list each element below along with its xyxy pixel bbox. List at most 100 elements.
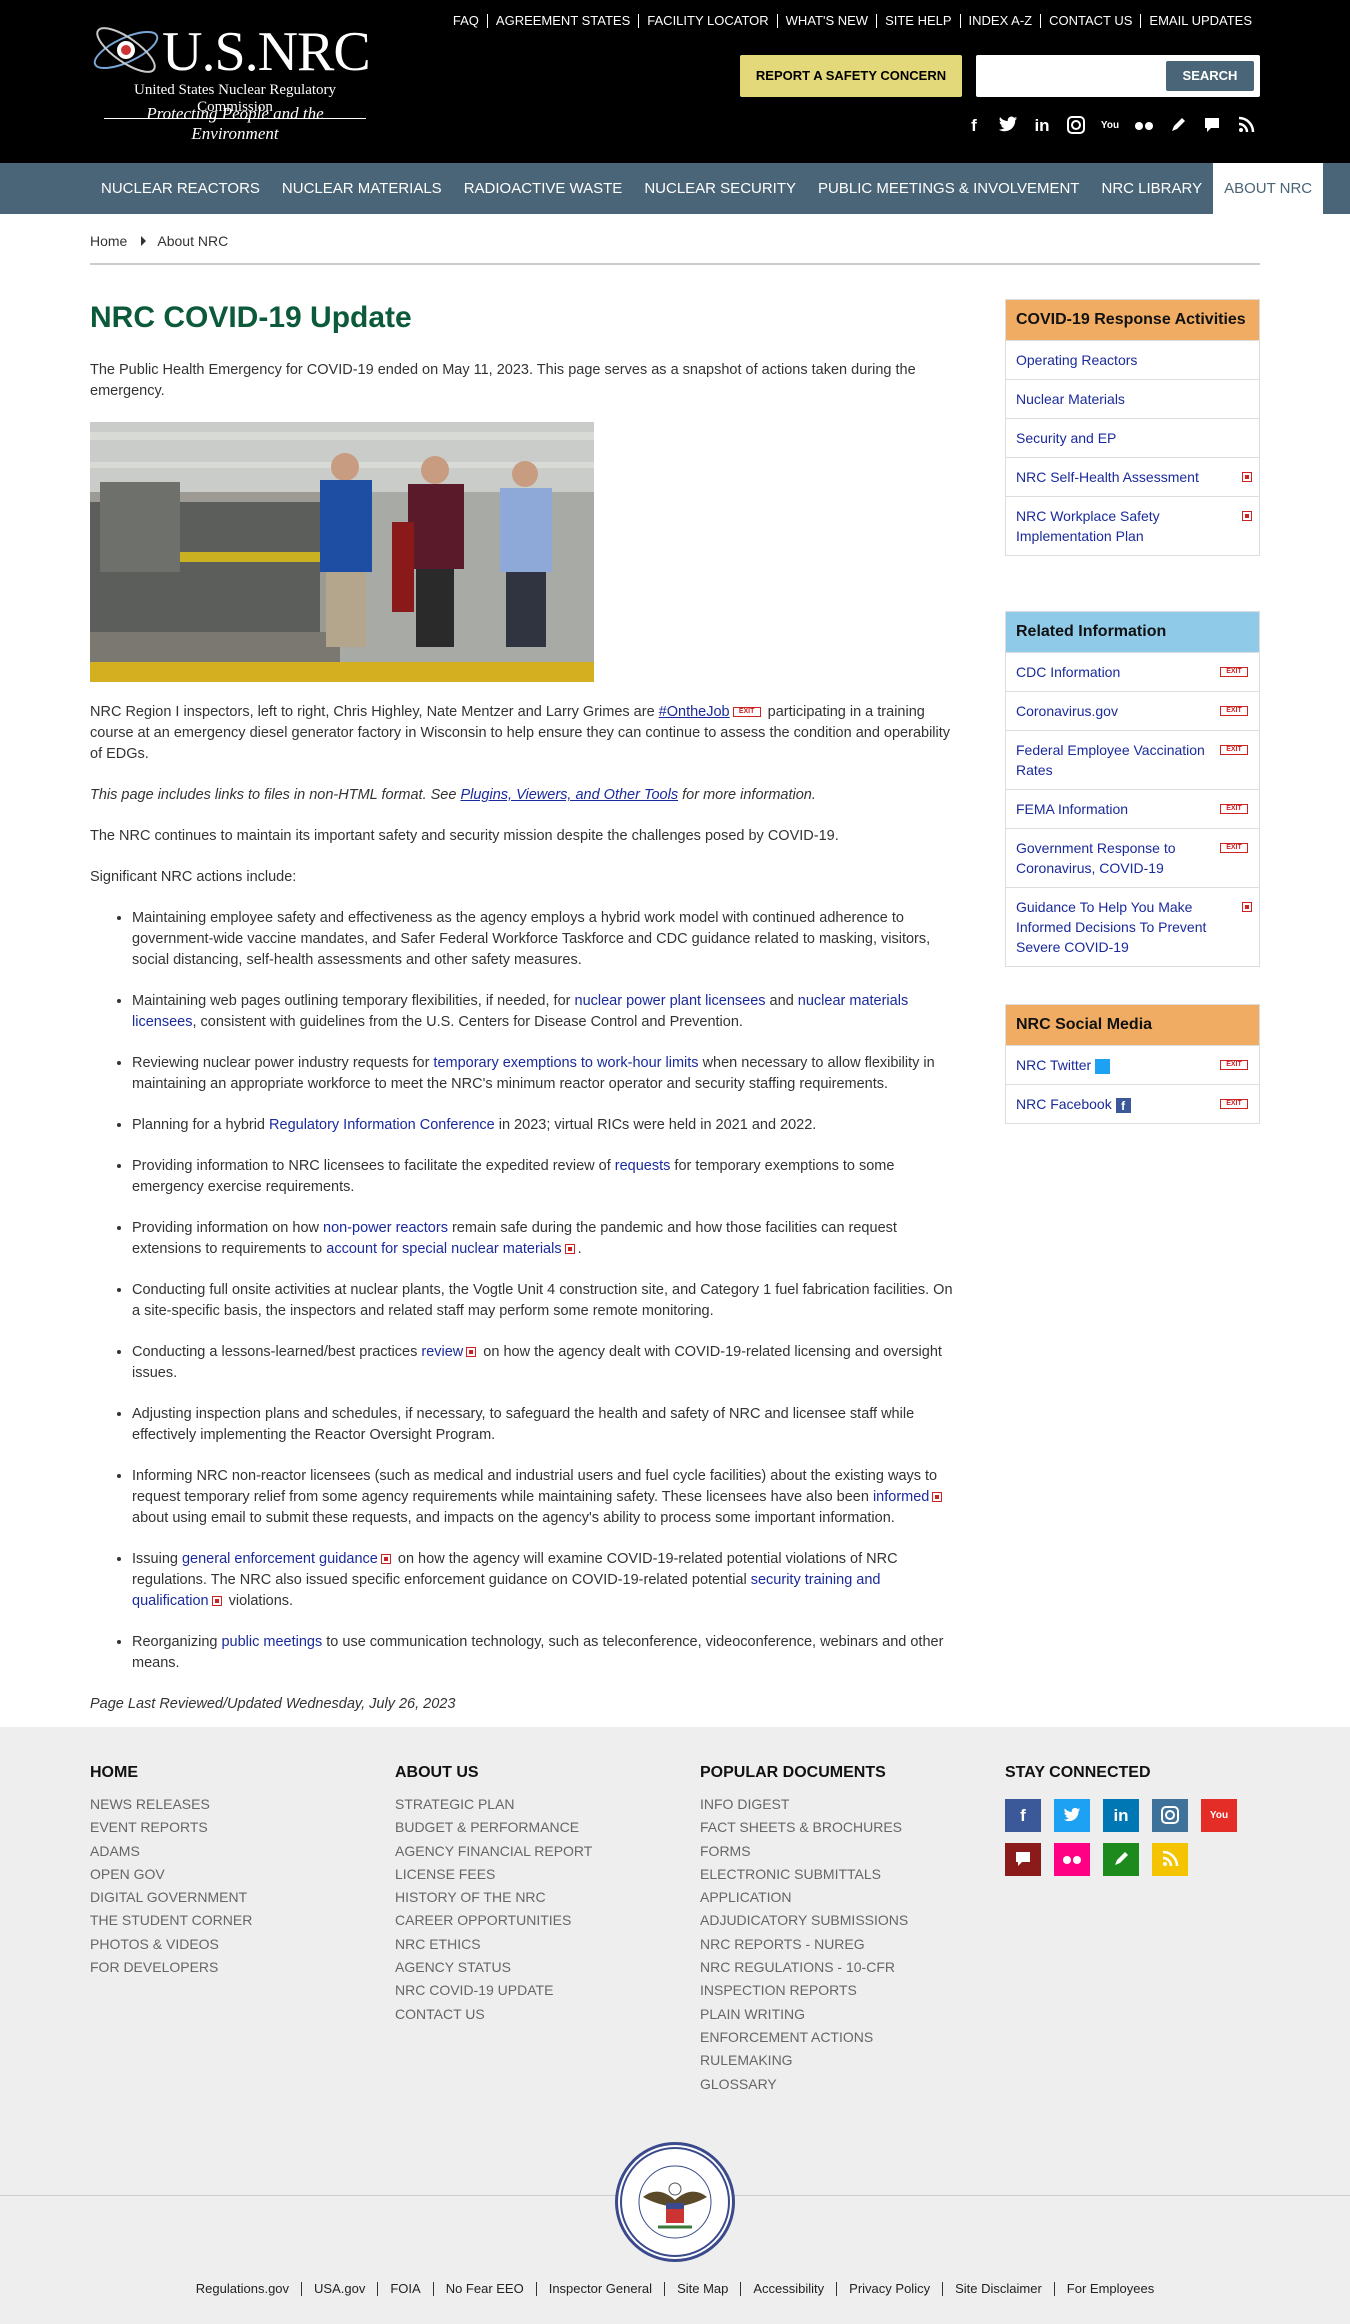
- instagram-icon[interactable]: [1066, 116, 1086, 136]
- sidebar-item-vaccination-rates[interactable]: Federal Employee Vaccination Rates EXIT: [1006, 730, 1259, 789]
- linkedin-icon[interactable]: in: [1103, 1799, 1139, 1832]
- footer-link[interactable]: APPLICATION: [700, 1886, 908, 1909]
- youtube-icon[interactable]: You: [1201, 1799, 1237, 1832]
- sidebar-item-nuclear-materials[interactable]: Nuclear Materials: [1006, 379, 1259, 418]
- work-hour-exemptions-link[interactable]: temporary exemptions to work-hour limits: [433, 1055, 698, 1071]
- informed-link[interactable]: informed: [873, 1489, 929, 1505]
- footer-link[interactable]: INFO DIGEST: [700, 1793, 908, 1816]
- linkedin-icon[interactable]: in: [1032, 116, 1052, 136]
- breadcrumb-home[interactable]: Home: [90, 233, 127, 249]
- sidebar-item-workplace-safety[interactable]: NRC Workplace Safety Implementation Plan: [1006, 496, 1259, 555]
- footer-link[interactable]: EVENT REPORTS: [90, 1816, 252, 1839]
- onthejob-link[interactable]: #OntheJob: [659, 704, 730, 720]
- search-input[interactable]: [982, 61, 1162, 91]
- search-button[interactable]: SEARCH: [1166, 61, 1254, 91]
- top-link-whats-new[interactable]: WHAT'S NEW: [776, 14, 876, 28]
- top-link-site-help[interactable]: SITE HELP: [876, 14, 959, 28]
- footer-bottom-link[interactable]: Privacy Policy: [836, 2282, 942, 2296]
- nav-public-meetings[interactable]: PUBLIC MEETINGS & INVOLVEMENT: [807, 163, 1090, 214]
- nrc-logo[interactable]: U.S.NRC United States Nuclear Regulatory…: [88, 18, 371, 143]
- sidebar-item-twitter[interactable]: NRC Twitter EXIT: [1006, 1045, 1259, 1084]
- footer-bottom-link[interactable]: For Employees: [1053, 2282, 1166, 2296]
- footer-bottom-link[interactable]: Regulations.gov: [184, 2282, 301, 2296]
- sidebar-item-coronavirus-gov[interactable]: Coronavirus.gov EXIT: [1006, 691, 1259, 730]
- nav-radioactive-waste[interactable]: RADIOACTIVE WASTE: [453, 163, 634, 214]
- blog-icon[interactable]: [1168, 116, 1188, 136]
- nav-nuclear-materials[interactable]: NUCLEAR MATERIALS: [271, 163, 453, 214]
- sidebar-item-facebook[interactable]: NRC Facebook f EXIT: [1006, 1084, 1259, 1123]
- footer-link[interactable]: STRATEGIC PLAN: [395, 1793, 592, 1816]
- sidebar-item-cdc[interactable]: CDC Information EXIT: [1006, 652, 1259, 691]
- top-link-facility-locator[interactable]: FACILITY LOCATOR: [638, 14, 776, 28]
- footer-home-title[interactable]: HOME: [90, 1763, 252, 1783]
- footer-link[interactable]: FACT SHEETS & BROCHURES: [700, 1816, 908, 1839]
- twitter-icon[interactable]: [1054, 1799, 1090, 1832]
- enforcement-guidance-link[interactable]: general enforcement guidance: [182, 1551, 378, 1567]
- footer-link[interactable]: RULEMAKING: [700, 2049, 908, 2072]
- footer-bottom-link[interactable]: Accessibility: [740, 2282, 836, 2296]
- review-link[interactable]: review: [421, 1344, 463, 1360]
- flickr-icon[interactable]: [1134, 116, 1154, 136]
- nav-nuclear-reactors[interactable]: NUCLEAR REACTORS: [90, 163, 271, 214]
- footer-bottom-link[interactable]: USA.gov: [301, 2282, 377, 2296]
- footer-link[interactable]: GLOSSARY: [700, 2073, 908, 2096]
- rss-icon[interactable]: [1152, 1843, 1188, 1876]
- footer-link[interactable]: INSPECTION REPORTS: [700, 1979, 908, 2002]
- footer-link[interactable]: FORMS: [700, 1840, 908, 1863]
- footer-about-title[interactable]: ABOUT US: [395, 1763, 592, 1783]
- footer-link[interactable]: OPEN GOV: [90, 1863, 252, 1886]
- footer-bottom-link[interactable]: Inspector General: [535, 2282, 664, 2296]
- top-link-email-updates[interactable]: EMAIL UPDATES: [1140, 14, 1260, 28]
- footer-bottom-link[interactable]: FOIA: [377, 2282, 432, 2296]
- nav-nuclear-security[interactable]: NUCLEAR SECURITY: [633, 163, 807, 214]
- comment-icon[interactable]: [1005, 1843, 1041, 1876]
- footer-link[interactable]: CAREER OPPORTUNITIES: [395, 1909, 592, 1932]
- footer-bottom-link[interactable]: Site Disclaimer: [942, 2282, 1054, 2296]
- non-power-reactors-link[interactable]: non-power reactors: [323, 1220, 448, 1236]
- footer-link[interactable]: PHOTOS & VIDEOS: [90, 1933, 252, 1956]
- comment-icon[interactable]: [1202, 116, 1222, 136]
- footer-link[interactable]: NRC REPORTS - NUREG: [700, 1933, 908, 1956]
- top-link-agreement-states[interactable]: AGREEMENT STATES: [486, 14, 638, 28]
- facebook-icon[interactable]: f: [964, 116, 984, 136]
- sidebar-item-operating-reactors[interactable]: Operating Reactors: [1006, 340, 1259, 379]
- sidebar-item-government-response[interactable]: Government Response to Coronavirus, COVI…: [1006, 828, 1259, 887]
- footer-link[interactable]: NRC COVID-19 UPDATE: [395, 1979, 592, 2002]
- rss-icon[interactable]: [1236, 116, 1256, 136]
- sidebar-item-self-health[interactable]: NRC Self-Health Assessment: [1006, 457, 1259, 496]
- ric-link[interactable]: Regulatory Information Conference: [269, 1117, 495, 1133]
- flickr-icon[interactable]: [1054, 1843, 1090, 1876]
- footer-link[interactable]: ELECTRONIC SUBMITTALS: [700, 1863, 908, 1886]
- plugins-link[interactable]: Plugins, Viewers, and Other Tools: [460, 787, 678, 803]
- report-safety-concern-button[interactable]: REPORT A SAFETY CONCERN: [740, 55, 962, 97]
- footer-bottom-link[interactable]: No Fear EEO: [432, 2282, 536, 2296]
- footer-link[interactable]: FOR DEVELOPERS: [90, 1956, 252, 1979]
- footer-link[interactable]: NRC ETHICS: [395, 1933, 592, 1956]
- footer-link[interactable]: CONTACT US: [395, 2003, 592, 2026]
- top-link-index[interactable]: INDEX A-Z: [959, 14, 1041, 28]
- sidebar-item-security-ep[interactable]: Security and EP: [1006, 418, 1259, 457]
- footer-link[interactable]: AGENCY FINANCIAL REPORT: [395, 1840, 592, 1863]
- sidebar-item-fema[interactable]: FEMA Information EXIT: [1006, 789, 1259, 828]
- footer-link[interactable]: DIGITAL GOVERNMENT: [90, 1886, 252, 1909]
- instagram-icon[interactable]: [1152, 1799, 1188, 1832]
- footer-link[interactable]: ADJUDICATORY SUBMISSIONS: [700, 1909, 908, 1932]
- footer-link[interactable]: ENFORCEMENT ACTIONS: [700, 2026, 908, 2049]
- footer-link[interactable]: AGENCY STATUS: [395, 1956, 592, 1979]
- footer-link[interactable]: ADAMS: [90, 1840, 252, 1863]
- top-link-contact[interactable]: CONTACT US: [1040, 14, 1140, 28]
- public-meetings-link[interactable]: public meetings: [221, 1634, 322, 1650]
- footer-link[interactable]: THE STUDENT CORNER: [90, 1909, 252, 1932]
- footer-link[interactable]: NRC REGULATIONS - 10-CFR: [700, 1956, 908, 1979]
- footer-link[interactable]: LICENSE FEES: [395, 1863, 592, 1886]
- youtube-icon[interactable]: You: [1100, 116, 1120, 136]
- special-nuclear-materials-link[interactable]: account for special nuclear materials: [326, 1241, 561, 1257]
- blog-icon[interactable]: [1103, 1843, 1139, 1876]
- footer-link[interactable]: BUDGET & PERFORMANCE: [395, 1816, 592, 1839]
- footer-bottom-link[interactable]: Site Map: [664, 2282, 740, 2296]
- search-box[interactable]: SEARCH: [976, 55, 1260, 97]
- footer-link[interactable]: NEWS RELEASES: [90, 1793, 252, 1816]
- footer-link[interactable]: PLAIN WRITING: [700, 2003, 908, 2026]
- footer-link[interactable]: HISTORY OF THE NRC: [395, 1886, 592, 1909]
- nav-about-nrc[interactable]: ABOUT NRC: [1213, 163, 1324, 214]
